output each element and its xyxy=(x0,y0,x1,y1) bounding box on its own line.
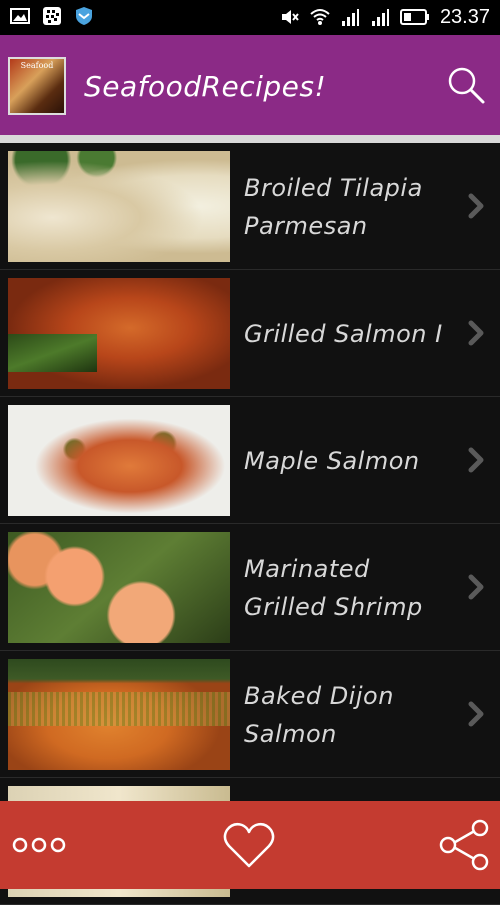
more-icon[interactable] xyxy=(12,835,66,855)
list-item[interactable]: Broiled Tilapia Parmesan xyxy=(0,143,500,270)
heart-icon[interactable] xyxy=(222,819,276,871)
recipe-thumbnail xyxy=(8,405,230,516)
recipe-title: Grilled Salmon I xyxy=(244,319,443,348)
image-icon xyxy=(10,8,30,24)
shield-icon xyxy=(76,7,92,25)
wifi-icon xyxy=(310,9,330,25)
list-item[interactable]: Grilled Salmon I xyxy=(0,270,500,397)
status-right-icons: 23.37 xyxy=(280,5,490,29)
chevron-right-icon xyxy=(468,447,484,473)
status-time: 23.37 xyxy=(439,6,490,28)
search-icon[interactable] xyxy=(446,65,486,105)
bbm-icon xyxy=(43,7,61,25)
recipe-title: Marinated Grilled Shrimp xyxy=(244,554,423,621)
recipe-title: Maple Salmon xyxy=(244,446,420,475)
recipe-title: Broiled Tilapia Parmesan xyxy=(244,173,423,240)
signal-icon xyxy=(341,9,359,26)
recipe-thumbnail xyxy=(8,151,230,262)
recipe-title: Baked Dijon Salmon xyxy=(244,681,394,748)
recipe-thumbnail xyxy=(8,278,230,389)
app-logo-text: Seafood xyxy=(20,61,54,70)
recipe-list[interactable]: Broiled Tilapia Parmesan Grilled Salmon … xyxy=(0,143,500,905)
chevron-right-icon xyxy=(468,320,484,346)
list-item[interactable]: Baked Dijon Salmon xyxy=(0,651,500,778)
recipe-thumbnail xyxy=(8,659,230,770)
status-left-icons xyxy=(10,6,94,26)
app-bar-divider xyxy=(0,135,500,143)
app-title: SeafoodRecipes! xyxy=(84,70,327,103)
mute-icon xyxy=(281,10,299,24)
share-icon[interactable] xyxy=(436,817,492,873)
list-item[interactable]: Marinated Grilled Shrimp xyxy=(0,524,500,651)
app-bar: Seafood SeafoodRecipes! xyxy=(0,35,500,135)
recipe-thumbnail xyxy=(8,532,230,643)
chevron-right-icon xyxy=(468,193,484,219)
signal-icon xyxy=(371,9,389,26)
app-logo: Seafood xyxy=(8,57,66,115)
bottom-bar xyxy=(0,801,500,889)
list-item[interactable]: Maple Salmon xyxy=(0,397,500,524)
battery-icon xyxy=(399,9,429,25)
chevron-right-icon xyxy=(468,701,484,727)
chevron-right-icon xyxy=(468,574,484,600)
status-bar: 23.37 xyxy=(0,0,500,35)
